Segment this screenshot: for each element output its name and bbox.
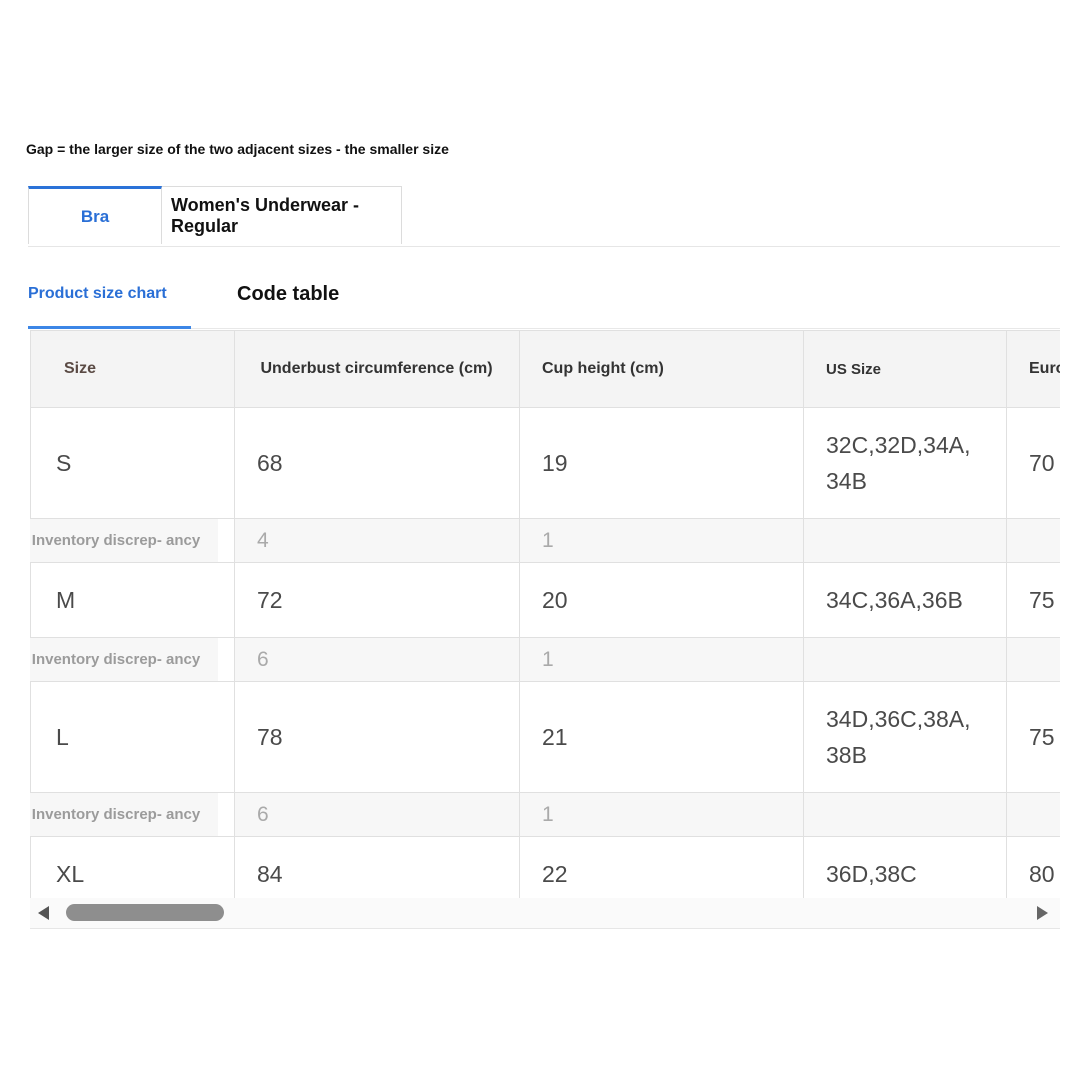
column-header-us-size: US Size <box>803 330 1007 408</box>
cup-height-cell: 21 <box>519 681 804 793</box>
cup-height-cell: 19 <box>519 407 804 519</box>
europe-cell: 75 85 <box>1006 681 1060 793</box>
europe-cell: 75 <box>1006 562 1060 638</box>
size-table: Size Underbust circumference (cm) Cup he… <box>30 330 1060 912</box>
gap-empty-cell <box>803 637 1007 682</box>
column-header-europe: Europe <box>1006 330 1060 408</box>
cup-height-cell: 20 <box>519 562 804 638</box>
size-table-container: Size Underbust circumference (cm) Cup he… <box>30 330 1060 929</box>
gap-definition-note: Gap = the larger size of the two adjacen… <box>26 141 449 157</box>
scroll-right-arrow-icon[interactable] <box>1037 906 1048 920</box>
us-size-cell: 34D,36C,38A, 38B <box>803 681 1007 793</box>
europe-cell: 70 75 <box>1006 407 1060 519</box>
underbust-cell: 78 <box>234 681 520 793</box>
size-cell: S <box>30 407 235 519</box>
gap-underbust-cell: 6 <box>234 792 520 837</box>
gap-underbust-cell: 6 <box>234 637 520 682</box>
gap-empty-cell <box>1006 637 1060 682</box>
horizontal-scrollbar[interactable] <box>30 898 1060 928</box>
tab-code-table[interactable]: Code table <box>237 262 339 326</box>
table-row: S 68 19 32C,32D,34A, 34B 70 75 <box>30 407 1060 519</box>
tab-bra[interactable]: Bra <box>28 186 162 244</box>
scrollbar-thumb[interactable] <box>66 904 224 921</box>
scroll-left-arrow-icon[interactable] <box>38 906 49 920</box>
table-header-row: Size Underbust circumference (cm) Cup he… <box>30 330 1060 408</box>
us-size-cell: 34C,36A,36B <box>803 562 1007 638</box>
gap-row-label: Inventory discrep- ancy <box>30 518 219 563</box>
column-header-underbust: Underbust circumference (cm) <box>234 330 520 408</box>
size-cell: M <box>30 562 235 638</box>
table-row: L 78 21 34D,36C,38A, 38B 75 85 <box>30 681 1060 793</box>
table-row: M 72 20 34C,36A,36B 75 <box>30 562 1060 638</box>
underbust-cell: 72 <box>234 562 520 638</box>
gap-cup-cell: 1 <box>519 792 804 837</box>
size-cell: L <box>30 681 235 793</box>
gap-row: Inventory discrep- ancy 4 1 <box>30 518 1060 563</box>
gap-empty-cell <box>1006 792 1060 837</box>
chart-subtabs: Product size chart Code table <box>28 262 1060 329</box>
gap-row-label: Inventory discrep- ancy <box>30 792 219 837</box>
gap-empty-cell <box>1006 518 1060 563</box>
column-header-size: Size <box>30 330 235 408</box>
underbust-cell: 68 <box>234 407 520 519</box>
gap-underbust-cell: 4 <box>234 518 520 563</box>
gap-cup-cell: 1 <box>519 518 804 563</box>
gap-row: Inventory discrep- ancy 6 1 <box>30 637 1060 682</box>
gap-empty-cell <box>803 792 1007 837</box>
category-tabs: Bra Women's Underwear - Regular <box>28 186 1060 247</box>
gap-cup-cell: 1 <box>519 637 804 682</box>
column-header-cup-height: Cup height (cm) <box>519 330 804 408</box>
tab-womens-underwear-regular[interactable]: Women's Underwear - Regular <box>162 186 402 244</box>
gap-empty-cell <box>803 518 1007 563</box>
gap-row: Inventory discrep- ancy 6 1 <box>30 792 1060 837</box>
gap-row-label: Inventory discrep- ancy <box>30 637 219 682</box>
us-size-cell: 32C,32D,34A, 34B <box>803 407 1007 519</box>
tab-product-size-chart[interactable]: Product size chart <box>28 262 191 329</box>
